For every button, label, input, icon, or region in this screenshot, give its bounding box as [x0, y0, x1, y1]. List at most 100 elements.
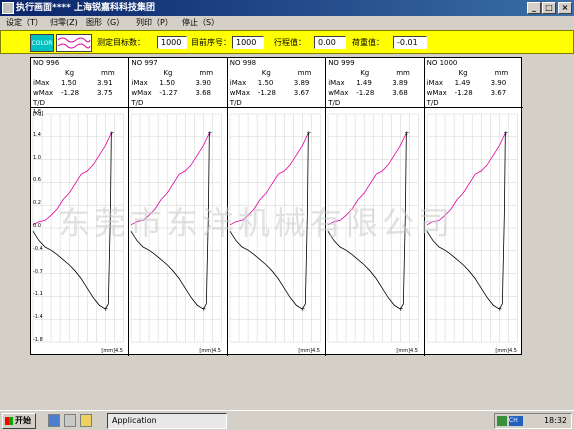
td-label: T/D [426, 99, 439, 107]
start-button[interactable]: 开始 [2, 413, 36, 429]
y-tick-label: 1.0 [33, 154, 41, 161]
panel-no: NO 999 [328, 59, 355, 67]
imax-mm: 3.90 [490, 79, 507, 87]
current-seq-field[interactable]: 1000 [232, 36, 264, 49]
wmax-kg: -1.28 [454, 89, 473, 97]
start-label: 开始 [15, 416, 31, 425]
folder-icon[interactable] [80, 414, 92, 427]
waveform-preview-icon[interactable] [56, 34, 92, 52]
maximize-button[interactable]: □ [542, 2, 556, 14]
x-axis-label: [mm]4.5 [101, 348, 123, 354]
stroke-label: 行程值： [274, 38, 306, 47]
unit-mm: mm [199, 69, 214, 77]
load-value-field[interactable]: -0.01 [393, 36, 427, 49]
wmax-label: wMax [33, 89, 54, 97]
measurement-panel: NO 999 Kg mm iMax 1.49 3.89 wMax -1.28 3.68 T/D + +… [326, 58, 425, 356]
ime-icon[interactable]: CH [509, 416, 523, 426]
wmax-label: wMax [229, 89, 250, 97]
title-bar[interactable]: 执行画面**** 上海锐嘉科科技集团 _ □ × [0, 0, 574, 16]
taskbar-app-button[interactable]: Application [107, 413, 227, 429]
current-seq-label: 目前序号： [191, 38, 231, 47]
x-axis-label: [mm]4.5 [495, 348, 517, 354]
x-axis-label: [mm]4.5 [298, 348, 320, 354]
menu-settings[interactable]: 设定（T） [6, 16, 43, 30]
wmax-mm: 3.68 [392, 89, 408, 97]
wmax-mm: 3.67 [293, 89, 310, 97]
td-label: T/D [229, 99, 242, 107]
imax-kg: 1.50 [61, 79, 77, 87]
panel-header: NO 996 Kg mm iMax 1.50 3.91 wMax -1.28 3.75 T/D [31, 58, 129, 108]
measurement-panel: NO 997 Kg mm iMax 1.50 3.90 wMax -1.27 3.68 T/D + +… [129, 58, 228, 356]
main-window: 执行画面**** 上海锐嘉科科技集团 _ □ × 设定（T） 归零(Z) 图形（… [0, 0, 574, 430]
wmax-marker: + [103, 306, 108, 313]
imax-marker: + [306, 130, 311, 137]
x-axis-label: [mm]4.5 [397, 348, 419, 354]
imax-kg: 1.49 [454, 79, 471, 87]
unit-kg: Kg [360, 69, 370, 77]
system-tray: CH 18:32 [494, 413, 572, 429]
measurement-panels: NO 996 Kg mm iMax 1.50 3.91 wMax -1.28 3.75 T/D + +… [30, 57, 523, 356]
wmax-kg: -1.28 [356, 89, 375, 97]
load-stroke-chart: + + [mm]4.5 [229, 113, 321, 354]
menu-graph[interactable]: 图形（G） [86, 16, 124, 30]
imax-mm: 3.89 [293, 79, 310, 87]
wmax-kg: -1.28 [257, 89, 276, 97]
desktop-icon[interactable] [64, 414, 76, 427]
y-tick-label: -0.7 [33, 268, 43, 275]
stroke-value-field[interactable]: 0.00 [314, 36, 346, 49]
load-stroke-chart: + + [mm]4.5 [327, 113, 419, 354]
minimize-button[interactable]: _ [527, 2, 541, 14]
wmax-mm: 3.75 [97, 89, 113, 97]
wmax-mm: 3.68 [195, 89, 211, 97]
menu-zero[interactable]: 归零(Z) [50, 16, 78, 30]
panel-no: NO 1000 [426, 59, 458, 67]
x-axis-label: [mm]4.5 [200, 348, 222, 354]
taskbar: 开始 Application CH 18:32 [0, 410, 574, 430]
td-label: T/D [131, 99, 144, 107]
network-icon[interactable] [497, 416, 507, 426]
app-icon [2, 2, 14, 14]
series-line [328, 132, 407, 226]
unit-mm: mm [396, 69, 410, 77]
window-title: 执行画面**** 上海锐嘉科科技集团 [16, 3, 155, 13]
imax-kg: 1.49 [356, 79, 372, 87]
unit-kg: Kg [163, 69, 173, 77]
windows-logo-icon [5, 417, 13, 425]
y-tick-label: 0.6 [33, 177, 41, 184]
menu-print[interactable]: 列印（P） [136, 16, 173, 30]
imax-mm: 3.91 [97, 79, 113, 87]
panel-header: NO 997 Kg mm iMax 1.50 3.90 wMax -1.27 3.68 T/D [129, 58, 227, 108]
menu-stop[interactable]: 停止（S） [182, 16, 219, 30]
unit-mm: mm [494, 69, 509, 77]
y-tick-label: 0.0 [33, 223, 41, 229]
toolbar: COLOR 测定目标数： 1000 目前序号： 1000 行程值： 0.00 荷… [0, 30, 574, 54]
unit-mm: mm [297, 69, 312, 77]
imax-label: iMax [426, 79, 444, 87]
panel-header: NO 999 Kg mm iMax 1.49 3.89 wMax -1.28 3.68 T/D [326, 58, 424, 108]
panel-no: NO 997 [131, 59, 158, 67]
imax-label: iMax [131, 79, 148, 87]
imax-marker: + [405, 130, 410, 137]
color-button[interactable]: COLOR [30, 34, 54, 52]
y-tick-label: 0.2 [33, 200, 41, 207]
panel-header: NO 1000 Kg mm iMax 1.49 3.90 wMax -1.28 3.67 T/D [424, 58, 523, 108]
unit-kg: Kg [65, 69, 75, 77]
y-tick-label: 1.4 [33, 131, 41, 138]
y-tick-label: -1.8 [33, 337, 43, 343]
td-label: T/D [33, 99, 46, 107]
load-stroke-chart: + + [mm]4.5 [426, 113, 518, 354]
series-line [131, 132, 211, 226]
ie-icon[interactable] [48, 414, 60, 427]
unit-kg: Kg [458, 69, 468, 77]
y-axis: 1.8 1.4 1.0 0.6 0.2 0.0 -0.4 -0.7 -1.1 -1.4 -1.8 [K… [32, 107, 58, 355]
load-stroke-chart: + + [mm]4.5 [131, 113, 223, 354]
imax-marker: + [208, 130, 213, 137]
wmax-mm: 3.67 [490, 89, 507, 97]
target-count-label: 测定目标数： [97, 38, 145, 47]
close-button[interactable]: × [558, 2, 572, 14]
imax-label: iMax [229, 79, 247, 87]
td-label: T/D [328, 99, 341, 107]
series-line [229, 132, 309, 226]
wmax-label: wMax [328, 89, 349, 97]
target-count-field[interactable]: 1000 [157, 36, 187, 49]
